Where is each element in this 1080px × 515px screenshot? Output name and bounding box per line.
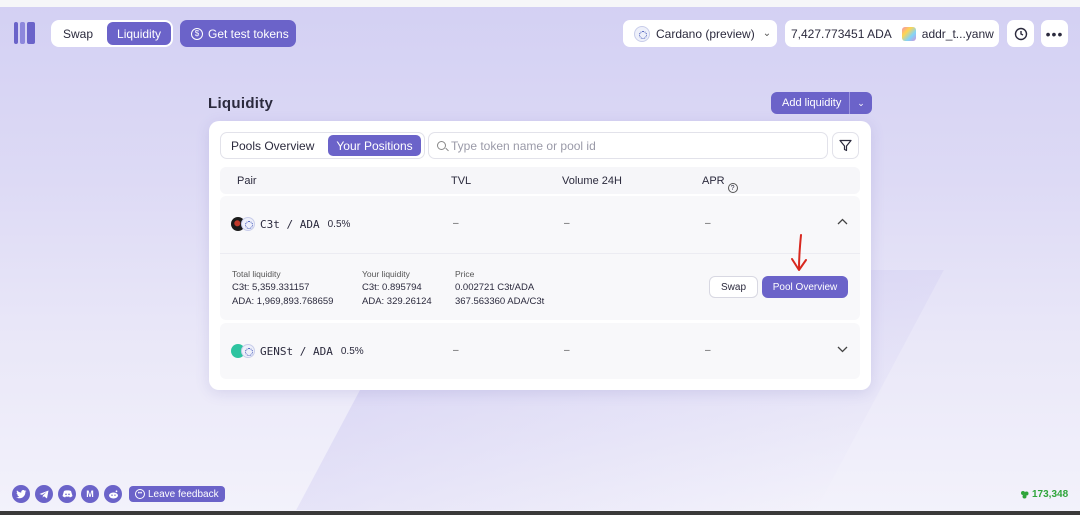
volume-value: – [564, 345, 570, 356]
chevron-down-icon[interactable]: ⌄ [850, 98, 872, 109]
chevron-down-icon[interactable] [837, 342, 848, 356]
table-row[interactable]: GENSt / ADA 0.5% – – – [220, 323, 860, 379]
more-options-button[interactable]: ••• [1041, 20, 1068, 47]
your-liquidity-block: Your liquidity C3t: 0.895794 ADA: 329.26… [362, 267, 432, 309]
nav-tab-swap[interactable]: Swap [53, 22, 103, 45]
wallet-button[interactable]: 7,427.773451 ADA addr_t...yanw [785, 20, 999, 47]
history-button[interactable] [1007, 20, 1034, 47]
get-test-tokens-button[interactable]: $ Get test tokens [180, 20, 296, 47]
more-dots-icon: ••• [1045, 25, 1064, 42]
price-ada-per-c3t: 367.563360 ADA/C3t [455, 296, 545, 307]
search-icon [437, 141, 446, 150]
annotation-arrow-icon [791, 234, 807, 271]
tab-pools-overview[interactable]: Pools Overview [223, 135, 322, 156]
wallet-address: addr_t...yanw [921, 26, 994, 41]
ada-token-icon [241, 344, 255, 358]
apr-value: – [705, 345, 711, 356]
your-liquidity-label: Your liquidity [362, 269, 410, 279]
swap-button[interactable]: Swap [709, 276, 758, 298]
pair-fee: 0.5% [327, 218, 351, 230]
dollar-coin-icon: $ [191, 27, 203, 40]
table-row: C3t / ADA 0.5% – – – Total liquidity C3t… [220, 196, 860, 320]
positions-tabs: Pools Overview Your Positions [220, 132, 425, 159]
help-icon[interactable]: ? [727, 183, 738, 193]
total-liquidity-label: Total liquidity [232, 269, 281, 279]
network-label: Cardano (preview) [656, 26, 755, 41]
twitter-icon[interactable] [12, 485, 30, 503]
page-title: Liquidity [208, 95, 274, 112]
column-apr: APR? [702, 175, 738, 193]
total-liquidity-c3t: C3t: 5,359.331157 [232, 282, 310, 293]
tvl-value: – [453, 218, 459, 229]
column-pair: Pair [237, 175, 257, 187]
row-divider [220, 253, 860, 254]
price-c3t-per-ada: 0.002721 C3t/ADA [455, 282, 535, 293]
column-tvl: TVL [451, 175, 472, 187]
table-header: Pair TVL Volume 24H APR? [220, 167, 860, 194]
tab-your-positions[interactable]: Your Positions [328, 135, 421, 156]
pool-overview-button[interactable]: Pool Overview [762, 276, 848, 298]
search-input[interactable] [451, 138, 811, 153]
wallet-avatar-icon [901, 26, 916, 41]
apr-value: – [705, 218, 711, 229]
top-edge [0, 0, 1080, 7]
clock-icon [1014, 27, 1027, 40]
filter-icon [839, 139, 852, 152]
ada-token-icon [241, 217, 255, 231]
chat-bubble-icon: •• [135, 489, 145, 499]
tvl-value: – [453, 345, 459, 356]
wallet-balance: 7,427.773451 ADA [791, 26, 892, 41]
column-apr-label: APR [702, 175, 725, 187]
total-liquidity-block: Total liquidity C3t: 5,359.331157 ADA: 1… [232, 267, 333, 309]
chevron-down-icon: ⌄ [762, 28, 772, 39]
network-selector[interactable]: Cardano (preview) ⌄ [623, 20, 777, 47]
bottom-edge [0, 511, 1080, 515]
reddit-icon[interactable] [104, 485, 122, 503]
total-liquidity-ada: ADA: 1,969,893.768659 [232, 296, 334, 307]
row-header-c3t-ada[interactable]: C3t / ADA 0.5% – – – [220, 196, 860, 253]
block-icon [1021, 491, 1029, 499]
main-nav-tabs: Swap Liquidity [51, 20, 174, 47]
pair-cell: GENSt / ADA 0.5% [231, 344, 364, 358]
discord-icon[interactable] [58, 485, 76, 503]
nav-tab-liquidity[interactable]: Liquidity [107, 22, 172, 45]
liquidity-card: Pools Overview Your Positions Pair TVL V… [209, 121, 871, 390]
block-height-indicator: 173,348 [1020, 489, 1068, 500]
chevron-up-icon[interactable] [837, 214, 848, 228]
medium-icon[interactable]: M [81, 485, 99, 503]
add-liquidity-button[interactable]: Add liquidity ⌄ [771, 92, 872, 114]
leave-feedback-button[interactable]: •• Leave feedback [129, 486, 225, 502]
block-number: 173,348 [1032, 489, 1069, 500]
app-logo[interactable] [14, 22, 36, 44]
volume-value: – [564, 218, 570, 229]
pair-cell: C3t / ADA 0.5% [231, 217, 350, 231]
pair-name: GENSt / ADA [260, 344, 333, 358]
filter-button[interactable] [832, 132, 859, 159]
social-links: M •• Leave feedback [12, 485, 225, 503]
add-liquidity-label: Add liquidity [782, 97, 842, 109]
your-liquidity-ada: ADA: 329.26124 [362, 296, 432, 307]
column-volume: Volume 24H [562, 175, 622, 187]
pair-fee: 0.5% [340, 345, 364, 357]
price-block: Price 0.002721 C3t/ADA 367.563360 ADA/C3… [455, 267, 544, 309]
search-box[interactable] [428, 132, 828, 159]
price-label: Price [455, 269, 475, 279]
your-liquidity-c3t: C3t: 0.895794 [362, 282, 422, 293]
pair-name: C3t / ADA [260, 217, 320, 231]
get-test-tokens-label: Get test tokens [208, 26, 289, 41]
leave-feedback-label: Leave feedback [148, 488, 219, 500]
cardano-icon [634, 25, 650, 42]
telegram-icon[interactable] [35, 485, 53, 503]
